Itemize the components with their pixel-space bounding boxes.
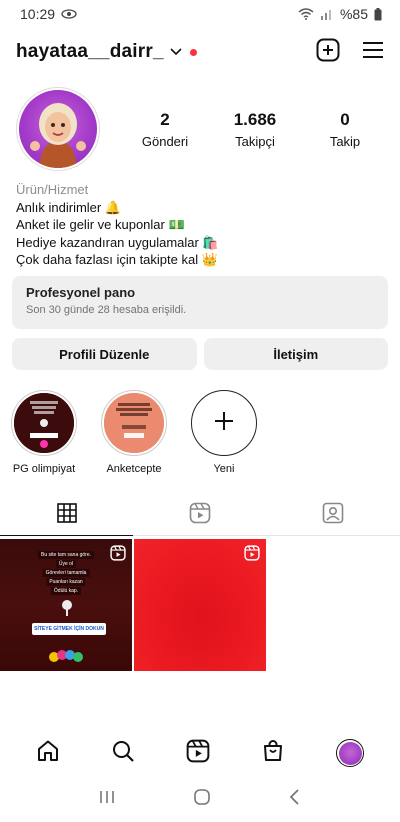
stat-posts[interactable]: 2 Gönderi	[120, 110, 210, 149]
professional-dashboard[interactable]: Profesyonel pano Son 30 günde 28 hesaba …	[12, 276, 388, 329]
profile-tabs	[0, 496, 400, 536]
post-text-line: Puanları kazan	[46, 578, 86, 586]
stat-following-label: Takip	[329, 134, 361, 149]
tab-tagged[interactable]	[267, 496, 400, 535]
contact-button[interactable]: İletişim	[203, 338, 388, 370]
bio-line: Hediye kazandıran uygulamalar 🛍️	[16, 234, 219, 250]
profile-header: hayataa__dairr_	[0, 34, 400, 70]
profile-avatar[interactable]	[16, 87, 100, 171]
menu-icon[interactable]	[362, 41, 384, 64]
tab-posts-grid[interactable]	[0, 496, 134, 536]
stat-posts-count: 2	[160, 110, 170, 129]
story-highlights: PG olimpiyat Anketcepte Yeni	[10, 390, 258, 475]
bio-line: Çok daha fazlası için takipte kal 👑	[16, 252, 218, 267]
status-time: 10:29	[20, 6, 56, 22]
battery-icon	[374, 7, 382, 21]
stat-posts-label: Gönderi	[141, 134, 189, 149]
signal-icon	[320, 8, 334, 20]
bio-line: Anlık indirimler 🔔	[16, 199, 122, 215]
wifi-icon	[298, 8, 314, 20]
notification-dot	[189, 48, 197, 56]
home-icon[interactable]	[36, 739, 60, 768]
profile-stats: 2 Gönderi 1.686 Takipçi 0 Takip	[120, 110, 390, 149]
plus-icon	[213, 410, 235, 437]
eye-icon	[61, 9, 77, 19]
recent-apps-icon[interactable]	[98, 788, 116, 811]
highlight-label: Yeni	[213, 463, 235, 475]
post-cta-label: SİTEYE GİTMEK İÇİN DOKUN	[32, 623, 106, 635]
back-icon[interactable]	[288, 788, 302, 811]
profile-nav-avatar[interactable]	[336, 739, 365, 767]
profile-category: Ürün/Hizmet	[16, 182, 89, 197]
highlight-anketcepte[interactable]: Anketcepte	[100, 390, 168, 475]
stat-followers-label: Takipçi	[235, 134, 275, 149]
reel-badge-icon	[110, 545, 126, 566]
highlight-ring	[11, 390, 77, 456]
grid-icon	[56, 503, 77, 528]
dashboard-subtitle: Son 30 günde 28 hesaba erişildi.	[26, 304, 187, 316]
status-bar: 10:29 %85	[0, 0, 400, 28]
post-thumbnail[interactable]	[134, 539, 266, 671]
search-icon[interactable]	[111, 739, 135, 768]
bottom-nav	[0, 736, 400, 770]
chevron-down-icon[interactable]	[170, 43, 182, 61]
profile-buttons: Profili Düzenle İletişim	[12, 338, 388, 370]
highlight-ring	[191, 390, 257, 456]
reels-nav-icon[interactable]	[186, 739, 210, 768]
reel-badge-icon	[244, 545, 260, 566]
tab-reels[interactable]	[133, 496, 266, 535]
battery-text: %85	[339, 6, 368, 22]
avatar-image	[19, 90, 97, 168]
post-text-line: Üye ol	[55, 560, 77, 568]
dashboard-title: Profesyonel pano	[26, 285, 136, 300]
tagged-person-icon	[322, 502, 344, 529]
shop-bag-icon[interactable]	[261, 739, 285, 768]
posts-grid: Bu site tam sana göre. Üye ol Görevleri …	[0, 539, 400, 671]
post-text-line: Görevleri tamamla	[42, 569, 90, 577]
home-circle-icon[interactable]	[193, 788, 211, 811]
post-text-line: Ödülü kap.	[50, 587, 82, 595]
highlight-ring	[101, 390, 167, 456]
post-thumbnail[interactable]: Bu site tam sana göre. Üye ol Görevleri …	[0, 539, 132, 671]
system-nav-bar	[0, 780, 400, 818]
highlight-pg-olimpiyat[interactable]: PG olimpiyat	[10, 390, 78, 475]
colorful-hands-icon	[48, 647, 84, 670]
edit-profile-button[interactable]: Profili Düzenle	[12, 338, 197, 370]
pin-icon	[60, 599, 74, 622]
highlight-new[interactable]: Yeni	[190, 390, 258, 475]
post-text-line: Bu site tam sana göre.	[37, 551, 95, 559]
avatar	[338, 741, 362, 765]
highlight-label: Anketcepte	[106, 463, 162, 475]
highlight-cover	[14, 393, 74, 453]
highlight-cover	[104, 393, 164, 453]
stat-followers[interactable]: 1.686 Takipçi	[210, 110, 300, 149]
bio-line: Anket ile gelir ve kuponlar 💵	[16, 217, 185, 232]
highlight-label: PG olimpiyat	[12, 463, 76, 475]
username[interactable]: hayataa__dairr_	[16, 41, 164, 63]
stat-followers-count: 1.686	[233, 110, 277, 129]
reels-icon	[189, 502, 211, 529]
profile-bio: Ürün/Hizmet Anlık indirimler 🔔 Anket ile…	[16, 181, 386, 269]
stat-following-count: 0	[340, 110, 350, 129]
create-plus-icon[interactable]	[316, 38, 340, 67]
stat-following[interactable]: 0 Takip	[300, 110, 390, 149]
